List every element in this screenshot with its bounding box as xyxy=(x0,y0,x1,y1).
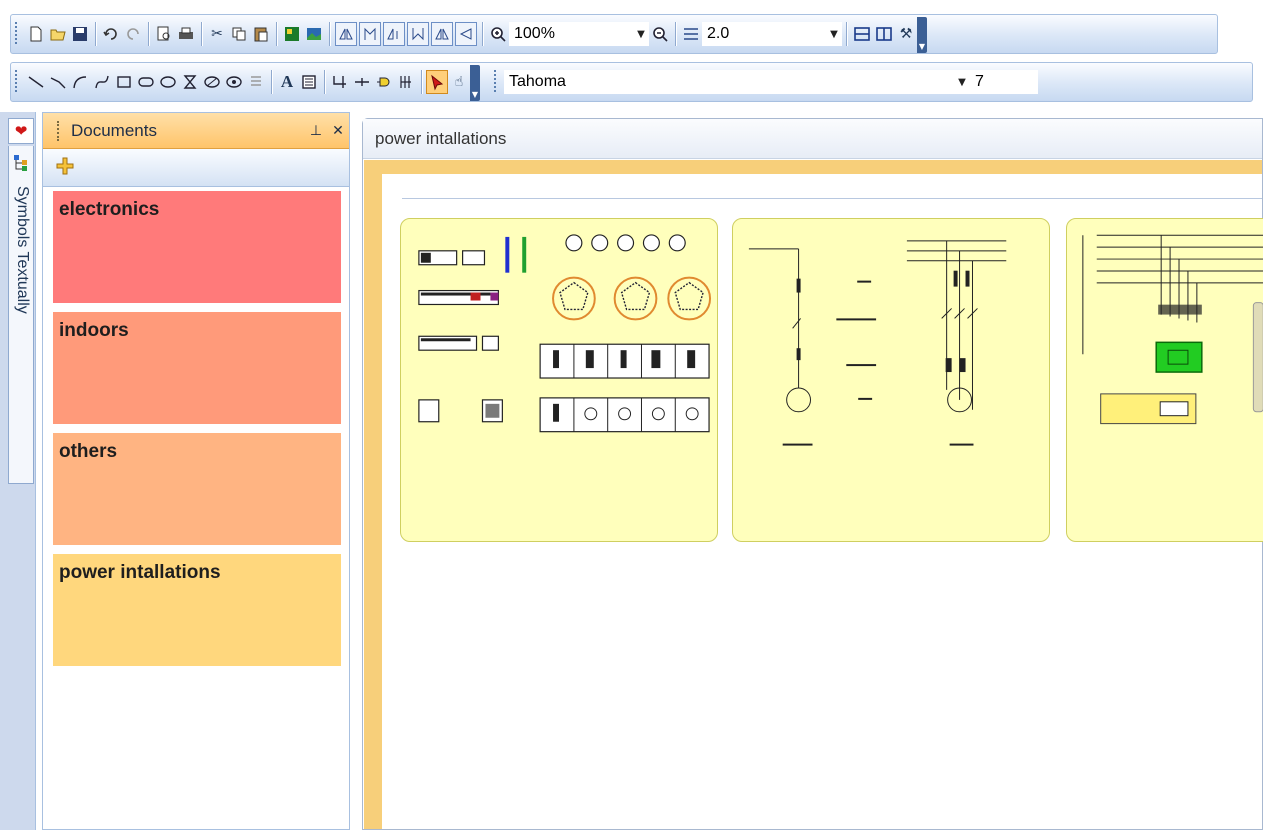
no-symbol-tool-icon[interactable] xyxy=(201,70,223,94)
undo-icon[interactable] xyxy=(100,22,122,46)
text-box-tool-icon[interactable] xyxy=(298,70,320,94)
heart-icon: ❤ xyxy=(14,122,28,140)
font-size-value: 7 xyxy=(975,73,984,90)
documents-toolbar xyxy=(43,149,349,187)
print-icon[interactable] xyxy=(175,22,197,46)
align-tool-icon[interactable] xyxy=(245,70,267,94)
rounded-rect-tool-icon[interactable] xyxy=(135,70,157,94)
page-1-drawing xyxy=(418,234,712,433)
page-2-drawing xyxy=(748,240,1007,446)
symbols-tab-label: Symbols Textually xyxy=(14,186,31,314)
drawing-toolbar: A ☝ ▼ Tahoma ▼ 7 xyxy=(10,62,1253,102)
rotate-right-icon[interactable] xyxy=(455,22,477,46)
copy-icon[interactable] xyxy=(228,22,250,46)
redo-icon[interactable] xyxy=(122,22,144,46)
document-card-others[interactable]: others xyxy=(53,433,341,545)
toolbar-grip[interactable] xyxy=(15,70,21,94)
documents-panel: Documents ⊥ ✕ electronics indoors others… xyxy=(42,112,350,830)
hourglass-tool-icon[interactable] xyxy=(179,70,201,94)
page-3-drawing xyxy=(1082,234,1263,425)
grid-icon[interactable] xyxy=(851,22,873,46)
toolbar-overflow-icon[interactable]: ▼ xyxy=(470,65,480,101)
documents-panel-title: Documents xyxy=(57,120,305,141)
bezier-tool-icon[interactable] xyxy=(91,70,113,94)
flip-vertical-icon[interactable] xyxy=(335,22,357,46)
document-card-power-intallations[interactable]: power intallations xyxy=(53,554,341,666)
insert-image-icon[interactable] xyxy=(281,22,303,46)
paste-icon[interactable] xyxy=(250,22,272,46)
document-window-title: power intallations xyxy=(363,119,1262,159)
rectangle-tool-icon[interactable] xyxy=(113,70,135,94)
line-width-value: 2.0 xyxy=(707,25,730,42)
line-width-icon[interactable] xyxy=(680,22,702,46)
chevron-down-icon[interactable]: ▼ xyxy=(634,29,648,40)
picture-icon[interactable] xyxy=(303,22,325,46)
page-thumbnail-2[interactable] xyxy=(732,218,1050,542)
tools-icon[interactable]: ⚒ xyxy=(895,22,917,46)
junction-tool-icon[interactable] xyxy=(351,70,373,94)
cut-icon[interactable]: ✂ xyxy=(206,22,228,46)
text-tool-icon[interactable]: A xyxy=(276,70,298,94)
document-window: power intallations xyxy=(362,118,1263,830)
save-icon[interactable] xyxy=(69,22,91,46)
document-card-electronics[interactable]: electronics xyxy=(53,191,341,303)
flip-up-icon[interactable] xyxy=(359,22,381,46)
font-size-select[interactable]: 7 xyxy=(970,70,1038,94)
drawing-canvas[interactable] xyxy=(382,174,1263,829)
flip-down-icon[interactable] xyxy=(407,22,429,46)
page-guide-line xyxy=(402,198,1262,199)
documents-panel-header: Documents ⊥ ✕ xyxy=(43,113,349,149)
page-thumbnail-1[interactable] xyxy=(400,218,718,542)
favorites-tab[interactable]: ❤ xyxy=(8,118,34,144)
eye-tool-icon[interactable] xyxy=(223,70,245,94)
split-view-icon[interactable] xyxy=(873,22,895,46)
toolbar-grip[interactable] xyxy=(494,70,500,94)
add-document-icon[interactable] xyxy=(55,156,75,180)
toolbar-grip[interactable] xyxy=(15,22,21,46)
select-arrow-icon[interactable] xyxy=(426,70,448,94)
connector-tool-icon[interactable] xyxy=(329,70,351,94)
symbols-textually-tab[interactable]: Symbols Textually xyxy=(8,146,34,484)
and-gate-tool-icon[interactable] xyxy=(373,70,395,94)
pin-icon[interactable]: ⊥ xyxy=(305,123,327,139)
document-card-indoors[interactable]: indoors xyxy=(53,312,341,424)
ellipse-tool-icon[interactable] xyxy=(157,70,179,94)
arc-tool-icon[interactable] xyxy=(69,70,91,94)
line-tool-icon[interactable] xyxy=(25,70,47,94)
open-folder-icon[interactable] xyxy=(47,22,69,46)
tree-icon xyxy=(13,154,29,176)
zoom-out-icon[interactable] xyxy=(649,22,671,46)
rotate-left-icon[interactable] xyxy=(383,22,405,46)
toolbar-overflow-icon[interactable]: ▼ xyxy=(917,17,927,53)
bus-tool-icon[interactable] xyxy=(395,70,417,94)
polyline-tool-icon[interactable] xyxy=(47,70,69,94)
close-icon[interactable]: ✕ xyxy=(327,123,349,139)
pan-hand-icon[interactable]: ☝ xyxy=(448,70,470,94)
line-width-select[interactable]: 2.0 ▼ xyxy=(702,22,842,46)
font-name-value: Tahoma xyxy=(509,73,566,90)
chevron-down-icon[interactable]: ▼ xyxy=(827,29,841,40)
page-thumbnail-3[interactable] xyxy=(1066,218,1263,542)
font-name-select[interactable]: Tahoma ▼ xyxy=(504,70,970,94)
zoom-in-icon[interactable] xyxy=(487,22,509,46)
new-document-icon[interactable] xyxy=(25,22,47,46)
canvas-frame xyxy=(364,160,1263,829)
zoom-value: 100% xyxy=(514,25,555,42)
documents-list: electronics indoors others power intalla… xyxy=(43,187,349,666)
standard-toolbar: ✂ 100% ▼ 2.0 ▼ ⚒ ▼ xyxy=(10,14,1218,54)
chevron-down-icon[interactable]: ▼ xyxy=(955,77,969,88)
print-preview-icon[interactable] xyxy=(153,22,175,46)
left-tab-strip: ❤ Symbols Textually xyxy=(0,112,36,830)
zoom-select[interactable]: 100% ▼ xyxy=(509,22,649,46)
mirror-icon[interactable] xyxy=(431,22,453,46)
